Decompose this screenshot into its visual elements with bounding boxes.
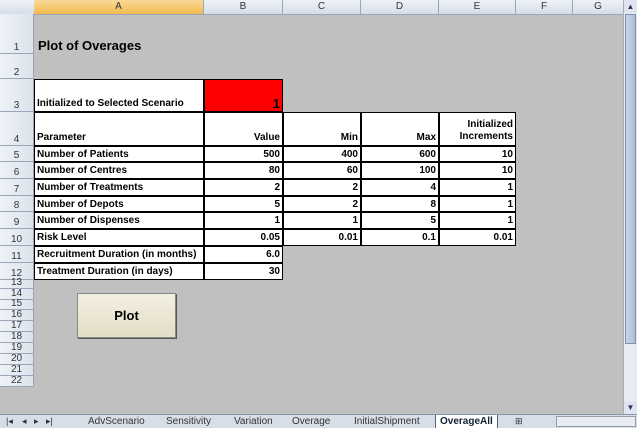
sheet-title: Plot of Overages: [38, 38, 142, 53]
param-max-cell[interactable]: 4: [361, 179, 439, 196]
scenario-label: Initialized to Selected Scenario: [34, 79, 204, 112]
param-increment-cell[interactable]: 10: [439, 162, 516, 179]
row-header[interactable]: 3: [0, 79, 34, 112]
header-value: Value: [204, 112, 283, 146]
row-header[interactable]: 10: [0, 229, 34, 246]
select-all-corner[interactable]: [0, 0, 35, 14]
param-name-cell[interactable]: Number of Dispenses: [34, 212, 204, 229]
param-value-cell[interactable]: 80: [204, 162, 283, 179]
param-max-cell[interactable]: 600: [361, 146, 439, 162]
next-sheet-icon[interactable]: ▸: [34, 415, 39, 428]
row-header[interactable]: 1: [0, 14, 34, 54]
row-header[interactable]: 8: [0, 196, 34, 212]
tab-sensitivity[interactable]: Sensitivity: [162, 415, 215, 428]
row-header[interactable]: 2: [0, 54, 34, 79]
extra-name-cell[interactable]: Treatment Duration (in days): [34, 263, 204, 280]
tab-overage[interactable]: Overage: [288, 415, 334, 428]
row-header[interactable]: 9: [0, 212, 34, 229]
param-min-cell[interactable]: 0.01: [283, 229, 361, 246]
param-max-cell[interactable]: 8: [361, 196, 439, 212]
first-sheet-icon[interactable]: |◂: [6, 415, 13, 428]
param-max-cell[interactable]: 0.1: [361, 229, 439, 246]
column-header-g[interactable]: G: [573, 0, 624, 14]
extra-name-cell[interactable]: Recruitment Duration (in months): [34, 246, 204, 263]
param-increment-cell[interactable]: 0.01: [439, 229, 516, 246]
tab-overageall[interactable]: OverageAll: [435, 415, 498, 428]
tab-variation[interactable]: Variation: [230, 415, 277, 428]
param-value-cell[interactable]: 1: [204, 212, 283, 229]
param-value-cell[interactable]: 2: [204, 179, 283, 196]
scroll-down-icon[interactable]: ▼: [624, 401, 637, 414]
param-value-cell[interactable]: 500: [204, 146, 283, 162]
param-name-cell[interactable]: Number of Treatments: [34, 179, 204, 196]
param-min-cell[interactable]: 400: [283, 146, 361, 162]
tab-advscenario[interactable]: AdvScenario: [84, 415, 149, 428]
sheet-tab-bar: |◂ ◂ ▸ ▸| AdvScenario Sensitivity Variat…: [0, 414, 637, 428]
prev-sheet-icon[interactable]: ◂: [22, 415, 27, 428]
header-parameter: Parameter: [34, 112, 204, 146]
column-header-d[interactable]: D: [361, 0, 439, 14]
column-header-f[interactable]: F: [516, 0, 573, 14]
param-name-cell[interactable]: Number of Centres: [34, 162, 204, 179]
row-header[interactable]: 4: [0, 112, 34, 146]
scenario-value-cell[interactable]: 1: [204, 79, 283, 112]
row-header[interactable]: 6: [0, 162, 34, 179]
scroll-up-icon[interactable]: ▲: [624, 0, 637, 13]
param-max-cell[interactable]: 5: [361, 212, 439, 229]
row-header[interactable]: 7: [0, 179, 34, 196]
row-header[interactable]: 11: [0, 246, 34, 263]
param-value-cell[interactable]: 5: [204, 196, 283, 212]
column-header-b[interactable]: B: [204, 0, 283, 14]
param-min-cell[interactable]: 2: [283, 196, 361, 212]
param-increment-cell[interactable]: 1: [439, 179, 516, 196]
column-header-bar: A B C D E F G: [0, 0, 624, 15]
param-value-cell[interactable]: 0.05: [204, 229, 283, 246]
insert-sheet-icon[interactable]: ⊞: [515, 415, 523, 428]
header-min: Min: [283, 112, 361, 146]
param-min-cell[interactable]: 2: [283, 179, 361, 196]
header-max: Max: [361, 112, 439, 146]
column-header-c[interactable]: C: [283, 0, 361, 14]
header-increments: Initialized Increments: [439, 112, 516, 146]
param-min-cell[interactable]: 60: [283, 162, 361, 179]
param-name-cell[interactable]: Number of Patients: [34, 146, 204, 162]
horizontal-scrollbar[interactable]: [556, 416, 636, 427]
param-increment-cell[interactable]: 1: [439, 196, 516, 212]
plot-button[interactable]: Plot: [77, 293, 176, 338]
tab-initialshipment[interactable]: InitialShipment: [350, 415, 424, 428]
column-header-e[interactable]: E: [439, 0, 516, 14]
param-increment-cell[interactable]: 10: [439, 146, 516, 162]
row-header[interactable]: 22: [0, 375, 34, 387]
param-name-cell[interactable]: Risk Level: [34, 229, 204, 246]
extra-value-cell[interactable]: 30: [204, 263, 283, 280]
extra-value-cell[interactable]: 6.0: [204, 246, 283, 263]
scroll-thumb[interactable]: [625, 14, 636, 344]
row-header[interactable]: 5: [0, 146, 34, 162]
param-max-cell[interactable]: 100: [361, 162, 439, 179]
param-name-cell[interactable]: Number of Depots: [34, 196, 204, 212]
column-header-a[interactable]: A: [34, 0, 204, 14]
vertical-scrollbar[interactable]: ▲ ▼: [623, 0, 637, 414]
param-increment-cell[interactable]: 1: [439, 212, 516, 229]
param-min-cell[interactable]: 1: [283, 212, 361, 229]
last-sheet-icon[interactable]: ▸|: [46, 415, 53, 428]
